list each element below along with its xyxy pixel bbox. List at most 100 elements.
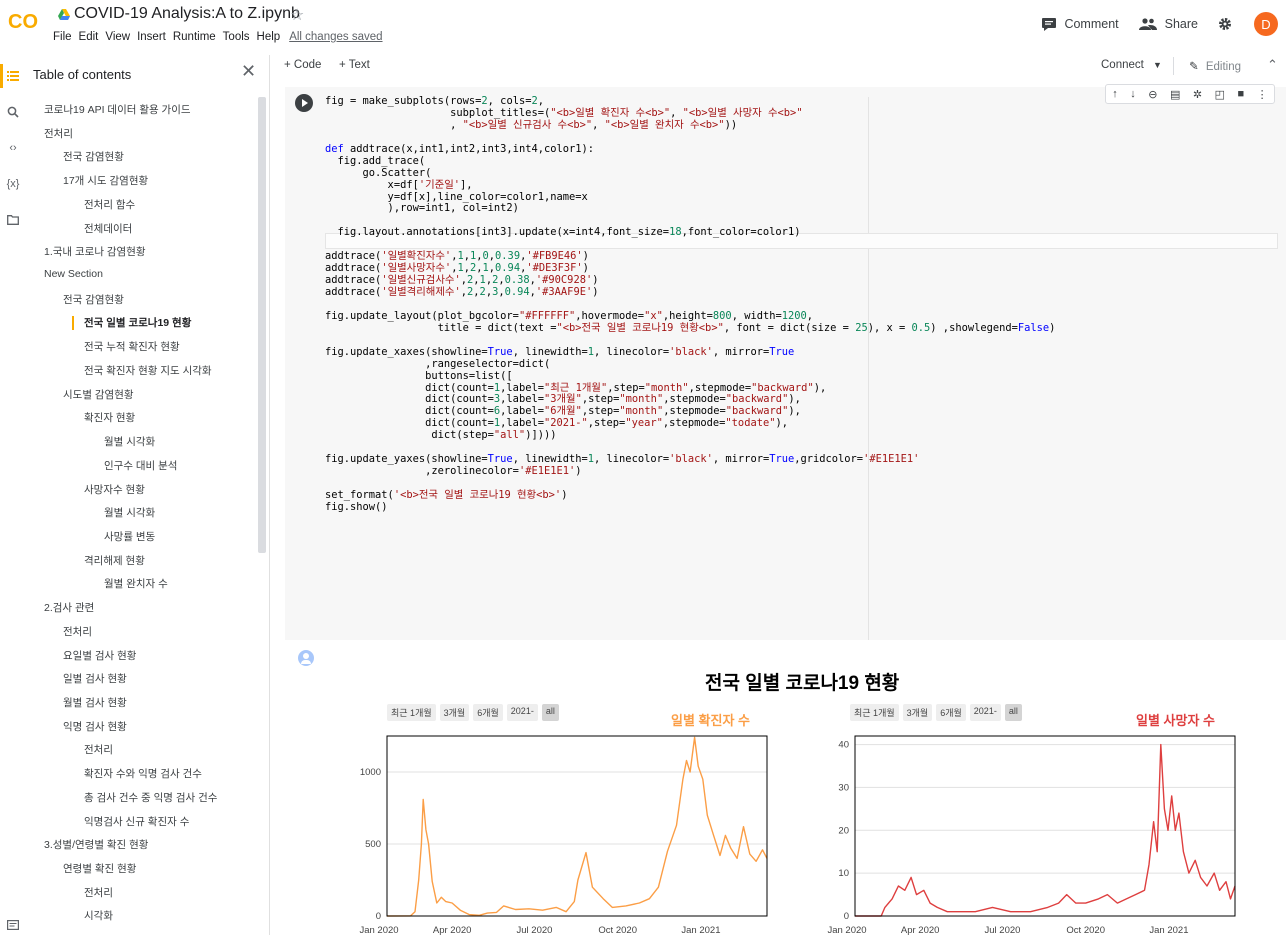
share-button[interactable]: Share [1138, 17, 1198, 31]
connect-button[interactable]: Connect ▼ [1101, 59, 1162, 71]
colab-logo[interactable]: CO [8, 10, 42, 32]
code-snippets-icon[interactable]: ‹› [0, 136, 26, 160]
code-line: x=df['기준일'], [325, 178, 473, 191]
menu-view[interactable]: View [105, 31, 130, 43]
toc-item[interactable]: 확진자 현황 [84, 410, 135, 425]
toc-item[interactable]: 격리해제 현황 [84, 553, 145, 568]
toc-item[interactable]: 연령별 확진 현황 [63, 861, 136, 876]
range-1month-button[interactable]: 최근 1개월 [387, 704, 436, 721]
range-3month-button[interactable]: 3개월 [902, 704, 933, 721]
svg-text:CO: CO [8, 11, 38, 32]
y-tick-label: 40 [838, 740, 849, 751]
comment-label: Comment [1064, 17, 1119, 31]
editing-mode-button[interactable]: ✎ Editing [1189, 59, 1241, 73]
variables-icon[interactable]: {x} [0, 172, 26, 196]
toc-item[interactable]: 시각화 [84, 908, 113, 923]
series-line[interactable] [386, 736, 768, 917]
toc-item[interactable]: 익명검사 신규 확진자 수 [84, 814, 189, 829]
x-tick-label: Jul 2020 [517, 925, 553, 935]
folder-icon[interactable] [0, 208, 26, 232]
toc-item[interactable]: 1.국내 코로나 감염현황 [44, 244, 146, 259]
move-up-icon[interactable]: ↑ [1112, 88, 1118, 100]
run-cell-button[interactable] [295, 94, 313, 112]
toc-item[interactable]: 전국 감염현황 [63, 149, 124, 164]
toc-item[interactable]: 사망자수 현황 [84, 482, 145, 497]
table-of-contents-panel: Table of contents ✕ 코로나19 API 데이터 활용 가이드… [26, 55, 270, 935]
toc-item[interactable]: 전처리 [44, 126, 73, 141]
range-1month-button[interactable]: 최근 1개월 [850, 704, 899, 721]
side-rail: ‹› {x} [0, 55, 26, 935]
toc-item[interactable]: 전체데이터 [84, 221, 132, 236]
menu-insert[interactable]: Insert [137, 31, 166, 43]
toc-item[interactable]: 17개 시도 감염현황 [63, 173, 148, 188]
toc-item[interactable]: 요일별 검사 현황 [63, 648, 136, 663]
toc-item[interactable]: 전처리 [84, 885, 113, 900]
save-status[interactable]: All changes saved [289, 31, 382, 43]
header-actions: Comment Share D [1042, 10, 1286, 38]
toc-item[interactable]: 전처리 [63, 624, 92, 639]
mirror-cell-icon[interactable]: ◰ [1215, 88, 1225, 101]
toc-scrollbar[interactable] [258, 97, 266, 553]
cases-chart[interactable]: 0 500 1000 Jan 2020 Apr 2020 Jul 2020 Oct 2020… [345, 728, 775, 935]
code-cell[interactable]: fig = make_subplots(rows=2, cols=2, subp… [285, 84, 1286, 640]
code-editor[interactable]: fig = make_subplots(rows=2, cols=2, subp… [325, 95, 1055, 514]
comment-icon [1042, 17, 1057, 31]
settings-button[interactable] [1218, 17, 1240, 31]
menu-help[interactable]: Help [257, 31, 281, 43]
toc-item[interactable]: 월별 시각화 [104, 434, 155, 449]
toc-item[interactable]: 2.검사 관련 [44, 600, 94, 615]
close-icon[interactable]: ✕ [241, 61, 256, 82]
toc-item[interactable]: 월별 완치자 수 [104, 576, 168, 591]
toc-item[interactable]: 전국 감염현황 [63, 292, 124, 307]
toc-item[interactable]: 월별 검사 현황 [63, 695, 127, 710]
range-6month-button[interactable]: 6개월 [473, 704, 503, 721]
toc-item[interactable]: 전국 일별 코로나19 현황 [84, 315, 191, 330]
comment-icon[interactable]: ▤ [1170, 88, 1180, 101]
code-line: fig.layout.annotations[int3].update(x=in… [325, 226, 801, 239]
toc-item[interactable]: 익명 검사 현황 [63, 719, 127, 734]
toc-item[interactable]: 전국 누적 확진자 현황 [84, 339, 180, 354]
code-line: , "<b>일별 신규검사 수<b>", "<b>일별 완치자 수<b>")) [325, 118, 738, 131]
star-icon[interactable]: ☆ [290, 5, 304, 25]
range-6month-button[interactable]: 6개월 [936, 704, 966, 721]
avatar[interactable]: D [1254, 12, 1278, 36]
toc-icon[interactable] [0, 64, 26, 88]
range-3month-button[interactable]: 3개월 [439, 704, 470, 721]
toc-item[interactable]: 확진자 수와 익명 검사 건수 [84, 766, 202, 781]
comment-button[interactable]: Comment [1042, 17, 1119, 31]
menu-edit[interactable]: Edit [79, 31, 99, 43]
toc-item[interactable]: 전처리 [84, 742, 113, 757]
toc-item[interactable]: New Section [44, 268, 103, 280]
range-ytd-button[interactable]: 2021- [506, 704, 538, 721]
trash-icon[interactable]: ■ [1238, 88, 1245, 100]
range-all-button[interactable]: all [1004, 704, 1022, 721]
add-text-button[interactable]: + Text [339, 59, 370, 71]
toc-item[interactable]: 전처리 함수 [84, 197, 135, 212]
cell-settings-icon[interactable]: ✲ [1193, 88, 1202, 101]
toc-item[interactable]: 전국 확진자 현황 지도 시각화 [84, 363, 212, 378]
chevron-up-icon[interactable]: ⌃ [1267, 57, 1278, 73]
toc-item[interactable]: 코로나19 API 데이터 활용 가이드 [44, 102, 191, 117]
toc-item[interactable]: 인구수 대비 분석 [104, 458, 177, 473]
notebook-title[interactable]: COVID-19 Analysis:A to Z.ipynb [74, 5, 300, 23]
range-all-button[interactable]: all [541, 704, 559, 721]
more-vert-icon[interactable]: ⋮ [1257, 88, 1268, 101]
link-icon[interactable]: ⊖ [1148, 88, 1157, 101]
toc-item[interactable]: 사망률 변동 [104, 529, 155, 544]
toc-item[interactable]: 3.성별/연령별 확진 현황 [44, 837, 148, 852]
terminal-icon[interactable] [0, 913, 26, 935]
range-ytd-button[interactable]: 2021- [969, 704, 1001, 721]
deaths-chart[interactable]: 0 10 20 30 40 Jan 2020 Apr 2020 Jul 2020 Oct 202… [813, 728, 1243, 935]
toc-item[interactable]: 총 검사 건수 중 익명 검사 건수 [84, 790, 217, 805]
move-down-icon[interactable]: ↓ [1130, 88, 1136, 100]
menu-tools[interactable]: Tools [223, 31, 250, 43]
toc-item[interactable]: 월별 시각화 [104, 505, 155, 520]
toc-item[interactable]: 시도별 감염현황 [63, 387, 134, 402]
toc-item[interactable]: 일별 검사 현황 [63, 671, 127, 686]
y-tick-label: 500 [365, 839, 381, 850]
menu-file[interactable]: File [53, 31, 72, 43]
code-line: addtrace('일별격리해제수',2,2,3,0.94,'#3AAF9E') [325, 286, 599, 298]
add-code-button[interactable]: + Code [284, 59, 321, 71]
menu-runtime[interactable]: Runtime [173, 31, 216, 43]
search-icon[interactable] [0, 100, 26, 124]
